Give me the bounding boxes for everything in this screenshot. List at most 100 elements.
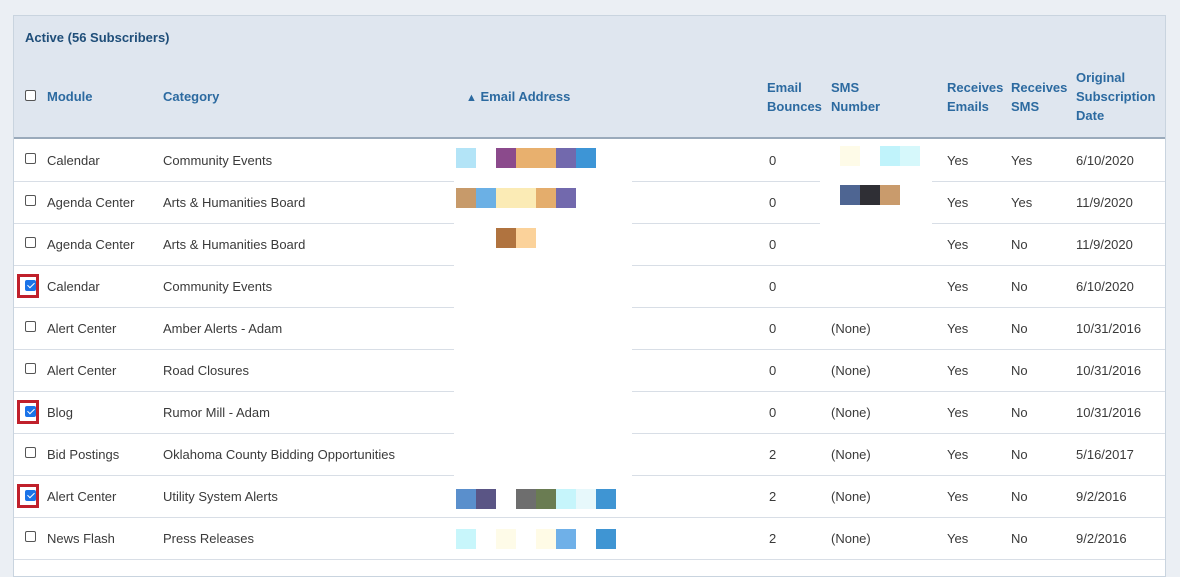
category-cell: Rumor Mill - Adam [163,405,270,420]
receives-sms-cell: No [1011,279,1028,294]
column-header-email-bounces-line1: Email [767,80,802,95]
bounces-cell: 0 [769,153,777,168]
date-cell: 6/10/2020 [1076,279,1134,294]
bounces-cell: 0 [769,279,777,294]
module-cell: Alert Center [47,363,117,378]
category-cell: Press Releases [163,531,255,546]
row-checkbox[interactable] [25,406,36,417]
bounces-cell: 0 [769,363,777,378]
receives-sms-cell: No [1011,405,1028,420]
receives-emails-cell: Yes [947,405,969,420]
module-cell: News Flash [47,531,115,546]
column-header-category[interactable]: Category [163,87,219,106]
category-cell: Arts & Humanities Board [163,195,306,210]
column-header-sms-number[interactable]: SMS Number [831,78,880,116]
column-header-receives-emails-line1: Receives [947,80,1004,95]
panel-title: Active (56 Subscribers) [25,30,170,45]
receives-sms-cell: Yes [1011,153,1033,168]
receives-sms-cell: No [1011,447,1028,462]
sms-cell: (None) [831,405,871,420]
row-checkbox[interactable] [25,280,36,291]
category-cell: Amber Alerts - Adam [163,321,283,336]
date-cell: 10/31/2016 [1076,405,1142,420]
column-header-original-date-line1: Original [1076,70,1126,85]
sms-cell: (None) [831,447,871,462]
category-cell: Arts & Humanities Board [163,237,306,252]
receives-emails-cell: Yes [947,279,969,294]
bounces-cell: 0 [769,237,777,252]
column-header-sms-number-line2: Number [831,99,881,114]
module-cell: Calendar [47,153,100,168]
column-header-original-date-line3: Date [1076,108,1105,123]
row-checkbox[interactable] [25,447,36,458]
receives-sms-cell: No [1011,321,1028,336]
receives-emails-cell: Yes [947,363,969,378]
column-header-email[interactable]: ▲ Email Address [466,87,570,108]
receives-sms-cell: Yes [1011,195,1033,210]
column-header-email-bounces-line2: Bounces [767,99,822,114]
date-cell: 9/2/2016 [1076,531,1127,546]
column-header-receives-emails-line2: Emails [947,99,989,114]
row-checkbox[interactable] [25,237,36,248]
column-header-receives-sms-line1: Receives [1011,80,1068,95]
row-checkbox[interactable] [25,363,36,374]
bounces-cell: 2 [769,447,777,462]
module-cell: Calendar [47,279,100,294]
date-cell: 5/16/2017 [1076,447,1134,462]
column-header-email-label: Email Address [480,89,571,104]
table-header: Active (56 Subscribers) Module Category … [14,16,1165,139]
sms-cell: (None) [831,321,871,336]
module-cell: Blog [47,405,74,420]
row-checkbox[interactable] [25,531,36,542]
date-cell: 6/10/2020 [1076,153,1134,168]
column-header-receives-sms[interactable]: Receives SMS [1011,78,1067,116]
bounces-cell: 2 [769,489,777,504]
category-cell: Utility System Alerts [163,489,278,504]
column-header-email-bounces[interactable]: Email Bounces [767,78,822,116]
row-checkbox[interactable] [25,153,36,164]
date-cell: 10/31/2016 [1076,321,1142,336]
subscribers-panel: Active (56 Subscribers) Module Category … [13,15,1166,577]
receives-emails-cell: Yes [947,489,969,504]
sms-cell: (None) [831,531,871,546]
receives-emails-cell: Yes [947,195,969,210]
receives-emails-cell: Yes [947,531,969,546]
category-cell: Community Events [163,279,273,294]
sms-cell: (None) [831,489,871,504]
date-cell: 9/2/2016 [1076,489,1127,504]
category-cell: Oklahoma County Bidding Opportunities [163,447,395,462]
receives-sms-cell: No [1011,363,1028,378]
receives-sms-cell: No [1011,531,1028,546]
module-cell: Alert Center [47,489,117,504]
bounces-cell: 0 [769,321,777,336]
row-checkbox[interactable] [25,490,36,501]
category-cell: Road Closures [163,363,249,378]
column-header-module[interactable]: Module [47,87,93,106]
column-header-sms-number-line1: SMS [831,80,860,95]
receives-sms-cell: No [1011,489,1028,504]
column-header-receives-sms-line2: SMS [1011,99,1040,114]
module-cell: Bid Postings [47,447,120,462]
date-cell: 11/9/2020 [1076,195,1133,210]
bounces-cell: 0 [769,405,777,420]
table-row: News Flash Press Releases 2 (None) Yes N… [14,517,1165,560]
date-cell: 11/9/2020 [1076,237,1133,252]
row-checkbox[interactable] [25,321,36,332]
receives-emails-cell: Yes [947,447,969,462]
sort-ascending-icon: ▲ [466,92,477,104]
receives-emails-cell: Yes [947,321,969,336]
module-cell: Agenda Center [47,195,135,210]
column-header-receives-emails[interactable]: Receives Emails [947,78,1003,116]
column-header-original-subscription-date[interactable]: Original Subscription Date [1076,68,1155,125]
bounces-cell: 2 [769,531,777,546]
row-checkbox[interactable] [25,195,36,206]
date-cell: 10/31/2016 [1076,363,1142,378]
redaction-mask-email [454,181,632,517]
bounces-cell: 0 [769,195,777,210]
receives-sms-cell: No [1011,237,1028,252]
select-all-checkbox[interactable] [25,90,36,101]
category-cell: Community Events [163,153,273,168]
module-cell: Agenda Center [47,237,135,252]
column-header-original-date-line2: Subscription [1076,89,1156,104]
sms-cell: (None) [831,363,871,378]
